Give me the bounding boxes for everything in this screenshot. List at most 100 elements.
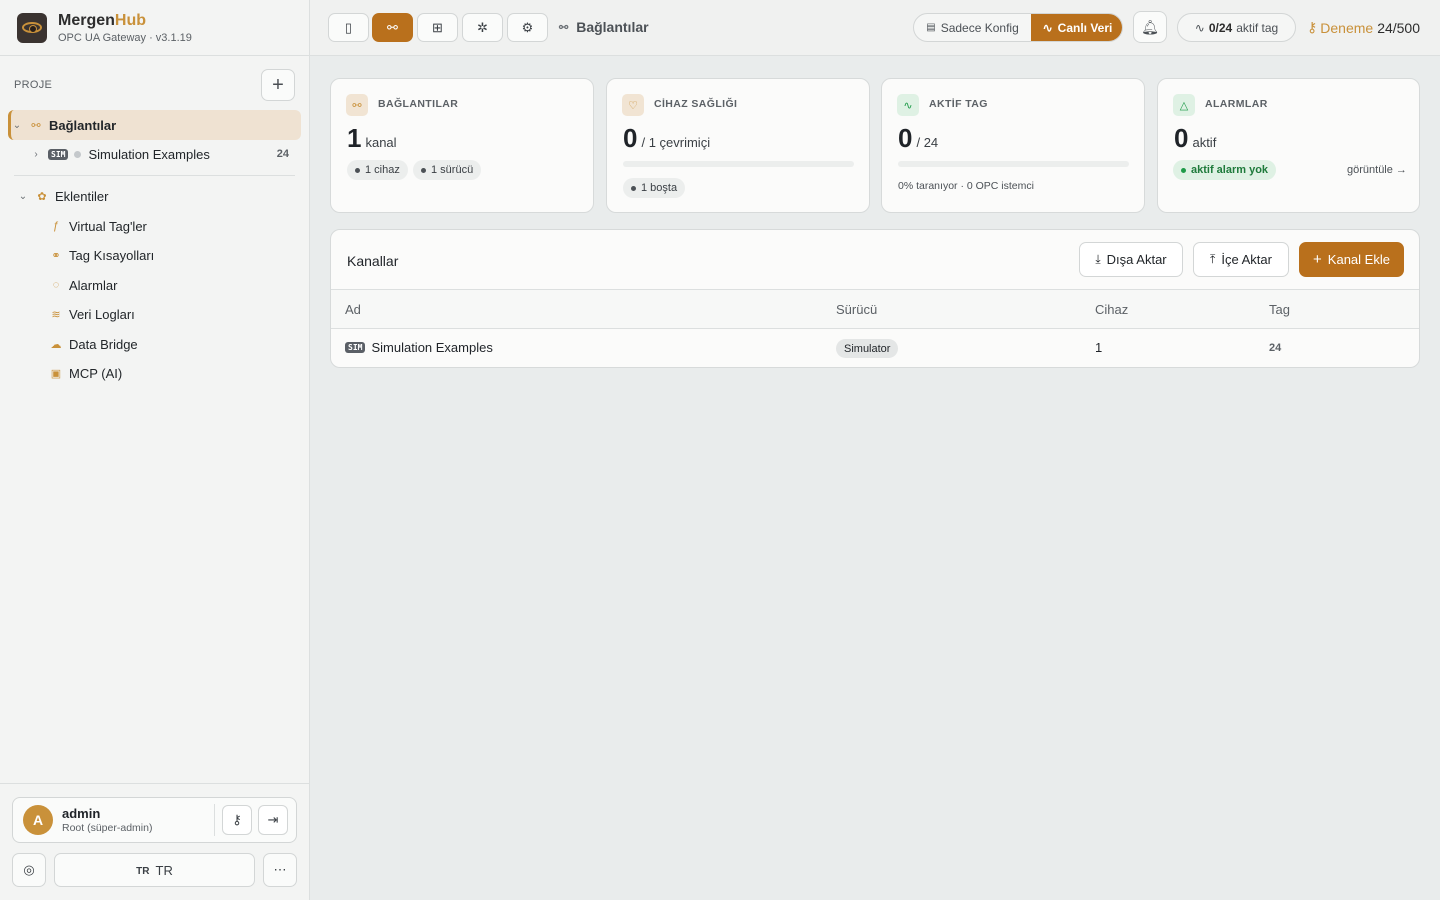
card-title: ALARMLAR [1205,98,1268,110]
sidebar-item-label: Alarmlar [69,277,118,293]
alarms-card: △ ALARMLAR 0 aktif aktif alarm yok görünt… [1157,78,1420,213]
key-button[interactable]: ⚷ [222,805,252,835]
more-button[interactable]: ⋯ [263,853,297,887]
divider [14,175,295,176]
toggle-sidebar-button[interactable]: ▯ [328,13,369,42]
grid-view-button[interactable]: ⊞ [417,13,458,42]
brand-header: MergenHub OPC UA Gateway · v3.1.19 [0,0,309,56]
app-logo [17,12,47,43]
file-icon: ▤ [926,22,936,33]
column-header-name[interactable]: Ad [345,302,361,317]
import-button[interactable]: ⤒ İçe Aktar [1193,242,1289,277]
project-label: PROJE [14,79,53,91]
config-only-label: Sadece Konfig [940,20,1019,35]
sidebar-item-plugins[interactable]: ⌄ ✿ Eklentiler [17,182,109,210]
warning-icon: △ [1173,94,1195,116]
active-tags-indicator[interactable]: ∿ 0/24 aktif tag [1177,13,1296,42]
download-icon: ⤓ [1095,252,1101,266]
app-name: MergenHub [58,11,147,29]
debug-view-button[interactable]: ✲ [462,13,503,42]
chevron-down-icon[interactable]: ⌄ [11,120,23,131]
add-channel-label: Kanal Ekle [1327,252,1390,267]
sidebar-item-connections[interactable]: ⌄ ⚯ Bağlantılar [8,110,301,140]
trial-indicator[interactable]: ⚷ Deneme 24/500 [1307,19,1420,36]
chevron-right-icon[interactable]: › [30,149,42,160]
language-selector[interactable]: TR TR [54,853,255,887]
sidebar-item-virtual-tags[interactable]: ƒ Virtual Tag'ler [49,212,147,240]
sidebar-item-label: Bağlantılar [49,117,117,133]
function-icon: ƒ [52,220,60,232]
target-icon: ◎ [23,862,35,877]
link-icon: ⚭ [51,249,61,262]
sidebar-item-data-logs[interactable]: ≋ Veri Logları [49,300,135,328]
language-label: TR [155,862,173,878]
export-label: Dışa Aktar [1106,252,1167,267]
card-title: AKTİF TAG [929,98,988,110]
card-value: 1 [347,123,362,153]
add-channel-button[interactable]: + Kanal Ekle [1299,242,1404,277]
sidebar-icon: ▯ [344,19,353,35]
more-icon: ⋯ [273,862,287,877]
scan-status-text: 0% taranıyor · 0 OPC istemci [898,180,1034,192]
live-data-button[interactable]: ∿ Canlı Veri [1031,14,1122,41]
share-icon: ⚯ [346,94,368,116]
channels-panel: Kanallar ⤓ Dışa Aktar ⤒ İçe Aktar + Kana… [330,229,1420,368]
sim-badge: SIM [48,148,69,160]
column-header-tag[interactable]: Tag [1269,302,1290,317]
activity-icon: ∿ [1194,20,1205,35]
sidebar-item-data-bridge[interactable]: ☁ Data Bridge [49,330,138,358]
flag-icon: TR [136,865,150,877]
locate-button[interactable]: ◎ [12,853,46,887]
sidebar-item-label: Tag Kısayolları [69,247,155,263]
health-progress-bar [623,161,854,167]
divider [0,783,309,784]
chevron-down-icon[interactable]: ⌄ [17,191,29,202]
table-row[interactable]: SIM Simulation Examples Simulator 1 24 [331,329,1419,367]
drivers-chip: 1 sürücü [413,160,482,180]
card-value: 0 [623,123,638,153]
sidebar-item-label: Virtual Tag'ler [69,218,147,234]
export-button[interactable]: ⤓ Dışa Aktar [1079,242,1183,277]
active-tag-card: ∿ AKTİF TAG 0/ 24 0% taranıyor · 0 OPC i… [881,78,1145,213]
page-title: Bağlantılar [576,19,649,35]
heart-icon: ♡ [622,94,644,116]
view-alarms-link[interactable]: görüntüle → [1347,164,1407,176]
device-count: 1 [1095,340,1103,355]
sidebar-item-mcp[interactable]: ▣ MCP (AI) [49,359,122,387]
database-icon: ≋ [51,308,61,321]
mode-toggle: ▤ Sadece Konfig ∿ Canlı Veri [913,13,1123,42]
card-title: BAĞLANTILAR [378,98,459,110]
no-alarm-chip: aktif alarm yok [1173,160,1277,180]
sidebar-item-tag-shortcuts[interactable]: ⚭ Tag Kısayolları [49,241,154,269]
idle-chip: 1 boşta [623,178,686,198]
sidebar-item-label: Veri Logları [69,306,135,322]
column-header-device[interactable]: Cihaz [1095,302,1128,317]
activity-icon: ∿ [1042,20,1053,35]
key-icon: ⚷ [1307,19,1318,35]
breadcrumb: ⚯ Bağlantılar [559,19,649,35]
connections-card: ⚯ BAĞLANTILAR 1 kanal 1 cihaz 1 sürücü [330,78,594,213]
logout-button[interactable]: ⇥ [258,805,288,835]
project-header: PROJE + [0,68,309,102]
settings-button[interactable]: ⚙ [507,13,548,42]
sidebar-item-alarms[interactable]: ◌ Alarmlar [49,271,118,299]
config-only-button[interactable]: ▤ Sadece Konfig [914,14,1031,41]
divider [214,804,215,836]
user-name: admin [62,806,101,821]
channel-name[interactable]: Simulation Examples [371,340,492,355]
connections-view-button[interactable]: ⚯ [372,13,413,42]
alarm-icon: ◌ [52,279,60,291]
notifications-button[interactable]: 🔔︎ [1133,11,1167,43]
card-value: 0 [898,123,913,153]
sidebar-item-channel[interactable]: › SIM Simulation Examples 24 [30,140,289,168]
column-header-driver[interactable]: Sürücü [836,302,877,317]
logout-icon: ⇥ [267,812,279,827]
add-project-button[interactable]: + [261,69,295,101]
activity-icon: ∿ [897,94,919,116]
grid-icon: ⊞ [432,19,443,35]
user-card: A admin Root (süper-admin) ⚷ ⇥ [12,797,297,843]
status-dot [74,150,82,158]
sidebar-item-label: Eklentiler [55,188,109,204]
bot-icon: ▣ [50,367,62,380]
card-title: CİHAZ SAĞLIĞI [654,98,738,110]
